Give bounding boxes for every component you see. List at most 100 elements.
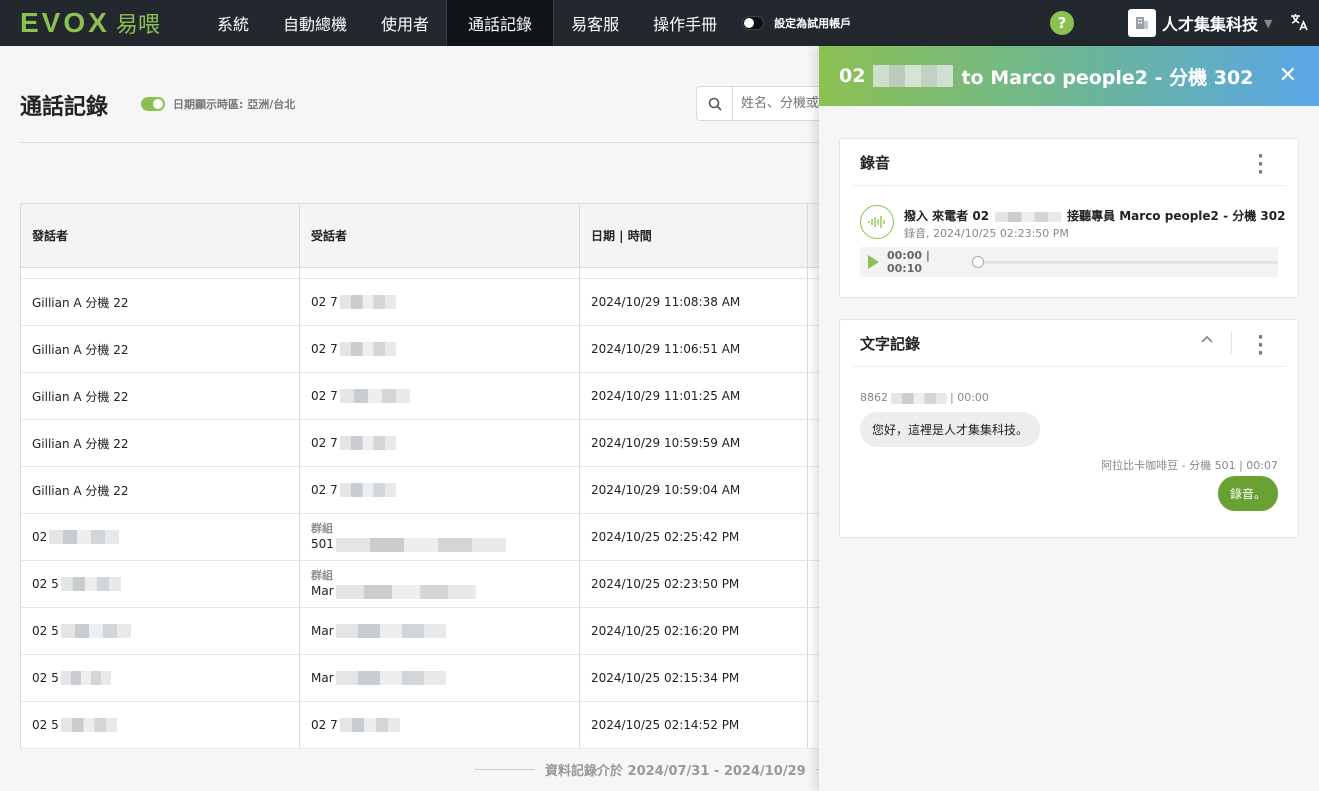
trial-account-toggle[interactable]: 設定為試用帳戶 [742,15,851,31]
redacted-block [339,295,396,310]
logo-cn: 易喂 [115,13,160,38]
trial-toggle-switch[interactable] [742,16,765,30]
seek-track[interactable] [984,260,1278,264]
outgoing-message-meta: 阿拉比卡咖啡豆 - 分機 501 | 00:07 [1101,459,1278,472]
table-row[interactable]: 02 群組 501 2024/10/25 02:25:42 PM [20,513,821,561]
outgoing-message-bubble: 錄音。 [1217,476,1278,511]
top-navbar: EVOX 易喂 系統 自動總機 使用者 通話記錄 易客服 操作手冊 設定為試用帳… [0,0,1319,46]
chevron-down-icon: ▼ [1264,16,1273,30]
recording-title: 撥入 來電者 02 接聽專員 Marco people2 - 分機 302 [904,209,1286,223]
help-icon[interactable]: ? [1050,11,1074,35]
caller-cell: 02 5 [20,701,300,749]
datetime-cell: 2024/10/29 11:08:38 AM [579,278,808,326]
table-row[interactable]: 02 5 Mar 2024/10/25 02:16:20 PM [20,607,821,655]
note-line-left [475,769,535,770]
redacted-block [60,671,111,686]
panel-header: 02 to Marco people2 - 分機 302 ✕ [819,46,1319,106]
callee-cell: 02 7 [299,325,580,373]
player-time: 00:00 | 00:10 [887,249,930,275]
incoming-message-bubble: 您好，這裡是人才集集科技。 [860,412,1041,447]
caller-cell: Gillian A 分機 22 [20,466,300,514]
redacted-block [891,392,947,404]
datetime-cell: 2024/10/29 11:01:25 AM [579,372,808,420]
logo-text: EVOX [20,7,110,38]
page-title: 通話記錄 [20,95,109,120]
redacted-block [335,584,476,599]
nav-item-manual[interactable]: 操作手冊 [636,0,734,46]
recording-card-title: 錄音 [860,154,891,172]
more-options-icon[interactable]: · · · [1257,329,1264,363]
table-row[interactable]: 02 5 02 7 2024/10/25 02:14:52 PM [20,701,821,749]
card-divider [852,366,1286,367]
nav-item-system[interactable]: 系統 [200,0,266,46]
caller-cell: 02 [20,513,300,561]
column-header-caller[interactable]: 發話者 [20,203,300,268]
datetime-cell: 2024/10/25 02:15:34 PM [579,654,808,702]
datetime-cell: 2024/10/29 10:59:04 AM [579,466,808,514]
redacted-block [335,624,446,639]
redacted-block [60,577,121,592]
redacted-block [339,718,400,733]
datetime-cell: 2024/10/25 02:14:52 PM [579,701,808,749]
play-icon[interactable] [868,255,879,269]
translate-icon[interactable] [1289,12,1309,36]
table-row[interactable]: 02 5 群組 Mar 2024/10/25 02:23:50 PM [20,560,821,608]
nav-item-call-logs[interactable]: 通話記錄 [446,0,555,46]
caller-cell: 02 5 [20,607,300,655]
close-icon[interactable]: ✕ [1279,63,1297,88]
callee-cell: Mar [299,607,580,655]
call-log-table: 發話者 受話者 日期 | 時間 Gillian A 分機 22 02 7 202… [20,203,821,749]
more-options-icon[interactable]: · · · [1257,148,1264,182]
datetime-cell: 2024/10/25 02:23:50 PM [579,560,808,608]
company-name: 人才集集科技 [1162,15,1259,34]
table-row[interactable]: Gillian A 分機 22 02 7 2024/10/29 10:59:59… [20,419,821,467]
chevron-up-icon[interactable] [1200,332,1214,348]
redacted-block [60,718,117,733]
nav-item-customer-service[interactable]: 易客服 [554,0,636,46]
callee-cell: 02 7 [299,419,580,467]
table-row[interactable]: Gillian A 分機 22 02 7 2024/10/29 11:01:25… [20,372,821,420]
column-header-datetime[interactable]: 日期 | 時間 [579,203,808,268]
callee-cell: 02 7 [299,372,580,420]
redacted-block [335,537,506,552]
redacted-block [49,530,120,545]
callee-cell: 02 7 [299,278,580,326]
timezone-toggle-switch[interactable] [141,97,165,111]
redacted-block [339,483,396,498]
incoming-message-meta: 8862 | 00:00 [860,391,989,404]
callee-cell: 群組 501 [299,513,580,561]
datetime-cell: 2024/10/29 10:59:59 AM [579,419,808,467]
recording-subtitle: 錄音, 2024/10/25 02:23:50 PM [904,227,1069,240]
nav-item-auto-attendant[interactable]: 自動總機 [266,0,364,46]
datetime-cell: 2024/10/25 02:25:42 PM [579,513,808,561]
table-row[interactable]: Gillian A 分機 22 02 7 2024/10/29 11:08:38… [20,278,821,326]
table-row[interactable]: Gillian A 分機 22 02 7 2024/10/29 10:59:04… [20,466,821,514]
caller-cell: 02 5 [20,654,300,702]
table-row[interactable]: Gillian A 分機 22 02 7 2024/10/29 11:06:51… [20,325,821,373]
card-divider [852,185,1286,186]
redacted-block [335,671,446,686]
caller-cell: 02 5 [20,560,300,608]
evox-logo[interactable]: EVOX 易喂 [0,0,200,46]
timezone-toggle[interactable]: 日期顯示時區: 亞洲/台北 [141,96,295,112]
data-range-text: 資料記錄介於 2024/07/31 - 2024/10/29 [545,764,806,779]
building-icon [1128,9,1156,37]
call-detail-panel: 02 to Marco people2 - 分機 302 ✕ 錄音 · · · 撥入… [819,46,1319,791]
column-header-callee[interactable]: 受話者 [299,203,580,268]
table-spacer [20,267,821,279]
audio-player: 00:00 | 00:10 [860,247,1278,277]
table-row[interactable]: 02 5 Mar 2024/10/25 02:15:34 PM [20,654,821,702]
callee-cell: 群組 Mar [299,560,580,608]
header-divider [20,142,820,143]
timezone-label: 日期顯示時區: 亞洲/台北 [173,98,296,111]
datetime-cell: 2024/10/29 11:06:51 AM [579,325,808,373]
caller-cell: Gillian A 分機 22 [20,278,300,326]
seek-knob[interactable] [972,256,985,268]
search-icon[interactable] [697,87,733,120]
redacted-block [339,389,410,404]
company-switcher[interactable]: 人才集集科技 ▼ [1128,9,1272,37]
caller-cell: Gillian A 分機 22 [20,325,300,373]
main-nav: 系統 自動總機 使用者 通話記錄 易客服 操作手冊 [200,0,734,46]
nav-item-users[interactable]: 使用者 [364,0,446,46]
caller-cell: Gillian A 分機 22 [20,419,300,467]
